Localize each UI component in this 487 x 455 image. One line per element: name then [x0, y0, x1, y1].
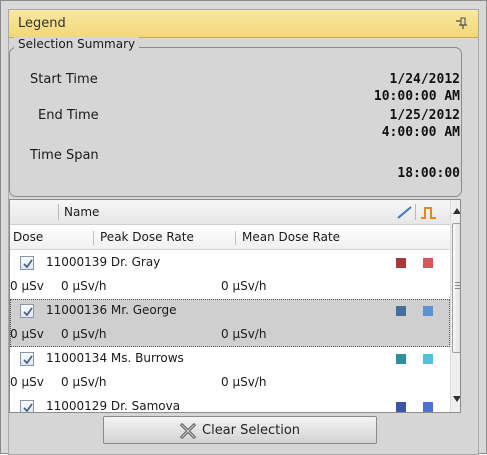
icon-divider — [415, 204, 416, 220]
row-name: 11000134 Ms. Burrows — [46, 351, 184, 365]
column-peak-dose-rate[interactable]: Peak Dose Rate — [100, 230, 194, 244]
grid-header: Name — [10, 200, 450, 225]
time-span-value: 18:00:00 — [397, 166, 460, 181]
grip-line — [455, 285, 460, 286]
row-mean-dose-rate: 0 µSv/h — [221, 279, 267, 293]
name-column-header[interactable]: Name — [64, 205, 99, 219]
column-dose[interactable]: Dose — [13, 230, 43, 244]
step-color-swatch[interactable] — [423, 258, 433, 268]
vertical-scrollbar[interactable] — [450, 200, 461, 412]
selection-summary-caption: Selection Summary — [14, 37, 140, 51]
checkmark-icon — [23, 403, 33, 412]
step-color-swatch[interactable] — [423, 354, 433, 364]
start-time-date: 1/24/2012 — [389, 72, 460, 87]
end-time-date: 1/25/2012 — [389, 108, 460, 123]
row-checkbox[interactable] — [20, 352, 34, 366]
scroll-up-icon[interactable] — [452, 207, 461, 215]
checkmark-icon — [23, 259, 33, 269]
table-row[interactable]: 11000139 Dr. Gray 0 µSv 0 µSv/h 0 µSv/h — [10, 251, 450, 299]
table-row[interactable]: 11000129 Dr. Samova — [10, 395, 450, 413]
start-time-label: Start Time — [30, 72, 98, 87]
grip-line — [455, 288, 460, 289]
dosimeter-grid[interactable]: Name Dose Peak Dose Rate Mean Dose Rate … — [9, 199, 461, 413]
time-span-label: Time Span — [30, 148, 99, 163]
clear-selection-label: Clear Selection — [202, 423, 301, 438]
row-peak-dose-rate: 0 µSv/h — [61, 375, 107, 389]
line-color-swatch[interactable] — [396, 306, 406, 316]
row-checkbox[interactable] — [20, 304, 34, 318]
pin-icon[interactable] — [455, 16, 469, 30]
checkmark-icon — [23, 307, 33, 317]
step-chart-icon[interactable] — [420, 205, 438, 220]
subheader-divider — [93, 231, 94, 245]
row-dose: 0 µSv — [10, 279, 44, 293]
scrollbar-thumb[interactable] — [452, 223, 460, 353]
checkmark-icon — [23, 355, 33, 365]
line-color-swatch[interactable] — [396, 402, 406, 412]
line-color-swatch[interactable] — [396, 354, 406, 364]
end-time-label: End Time — [38, 108, 99, 123]
row-peak-dose-rate: 0 µSv/h — [61, 327, 107, 341]
row-name: 11000139 Dr. Gray — [46, 255, 161, 269]
header-divider — [58, 204, 59, 220]
table-row[interactable]: 11000134 Ms. Burrows 0 µSv 0 µSv/h 0 µSv… — [10, 347, 450, 395]
row-name: 11000129 Dr. Samova — [46, 399, 181, 413]
start-time-clock: 10:00:00 AM — [373, 89, 460, 104]
row-mean-dose-rate: 0 µSv/h — [221, 327, 267, 341]
column-mean-dose-rate[interactable]: Mean Dose Rate — [242, 230, 340, 244]
row-mean-dose-rate: 0 µSv/h — [221, 375, 267, 389]
table-row[interactable]: 11000136 Mr. George 0 µSv 0 µSv/h 0 µSv/… — [10, 299, 450, 347]
row-dose: 0 µSv — [10, 375, 44, 389]
clear-selection-button[interactable]: Clear Selection — [103, 416, 377, 444]
end-time-clock: 4:00:00 AM — [381, 125, 460, 140]
legend-header: Legend — [9, 10, 478, 38]
step-color-swatch[interactable] — [423, 402, 433, 412]
step-color-swatch[interactable] — [423, 306, 433, 316]
legend-title: Legend — [18, 16, 66, 31]
grid-subheader: Dose Peak Dose Rate Mean Dose Rate — [10, 225, 450, 250]
line-chart-icon[interactable] — [396, 205, 414, 220]
grip-line — [455, 282, 460, 283]
subheader-divider — [235, 231, 236, 245]
row-name: 11000136 Mr. George — [46, 303, 177, 317]
line-color-swatch[interactable] — [396, 258, 406, 268]
row-checkbox[interactable] — [20, 256, 34, 270]
row-dose: 0 µSv — [10, 327, 44, 341]
clear-x-icon — [180, 423, 196, 439]
row-peak-dose-rate: 0 µSv/h — [61, 279, 107, 293]
scroll-down-icon[interactable] — [452, 395, 461, 403]
row-checkbox[interactable] — [20, 400, 34, 412]
